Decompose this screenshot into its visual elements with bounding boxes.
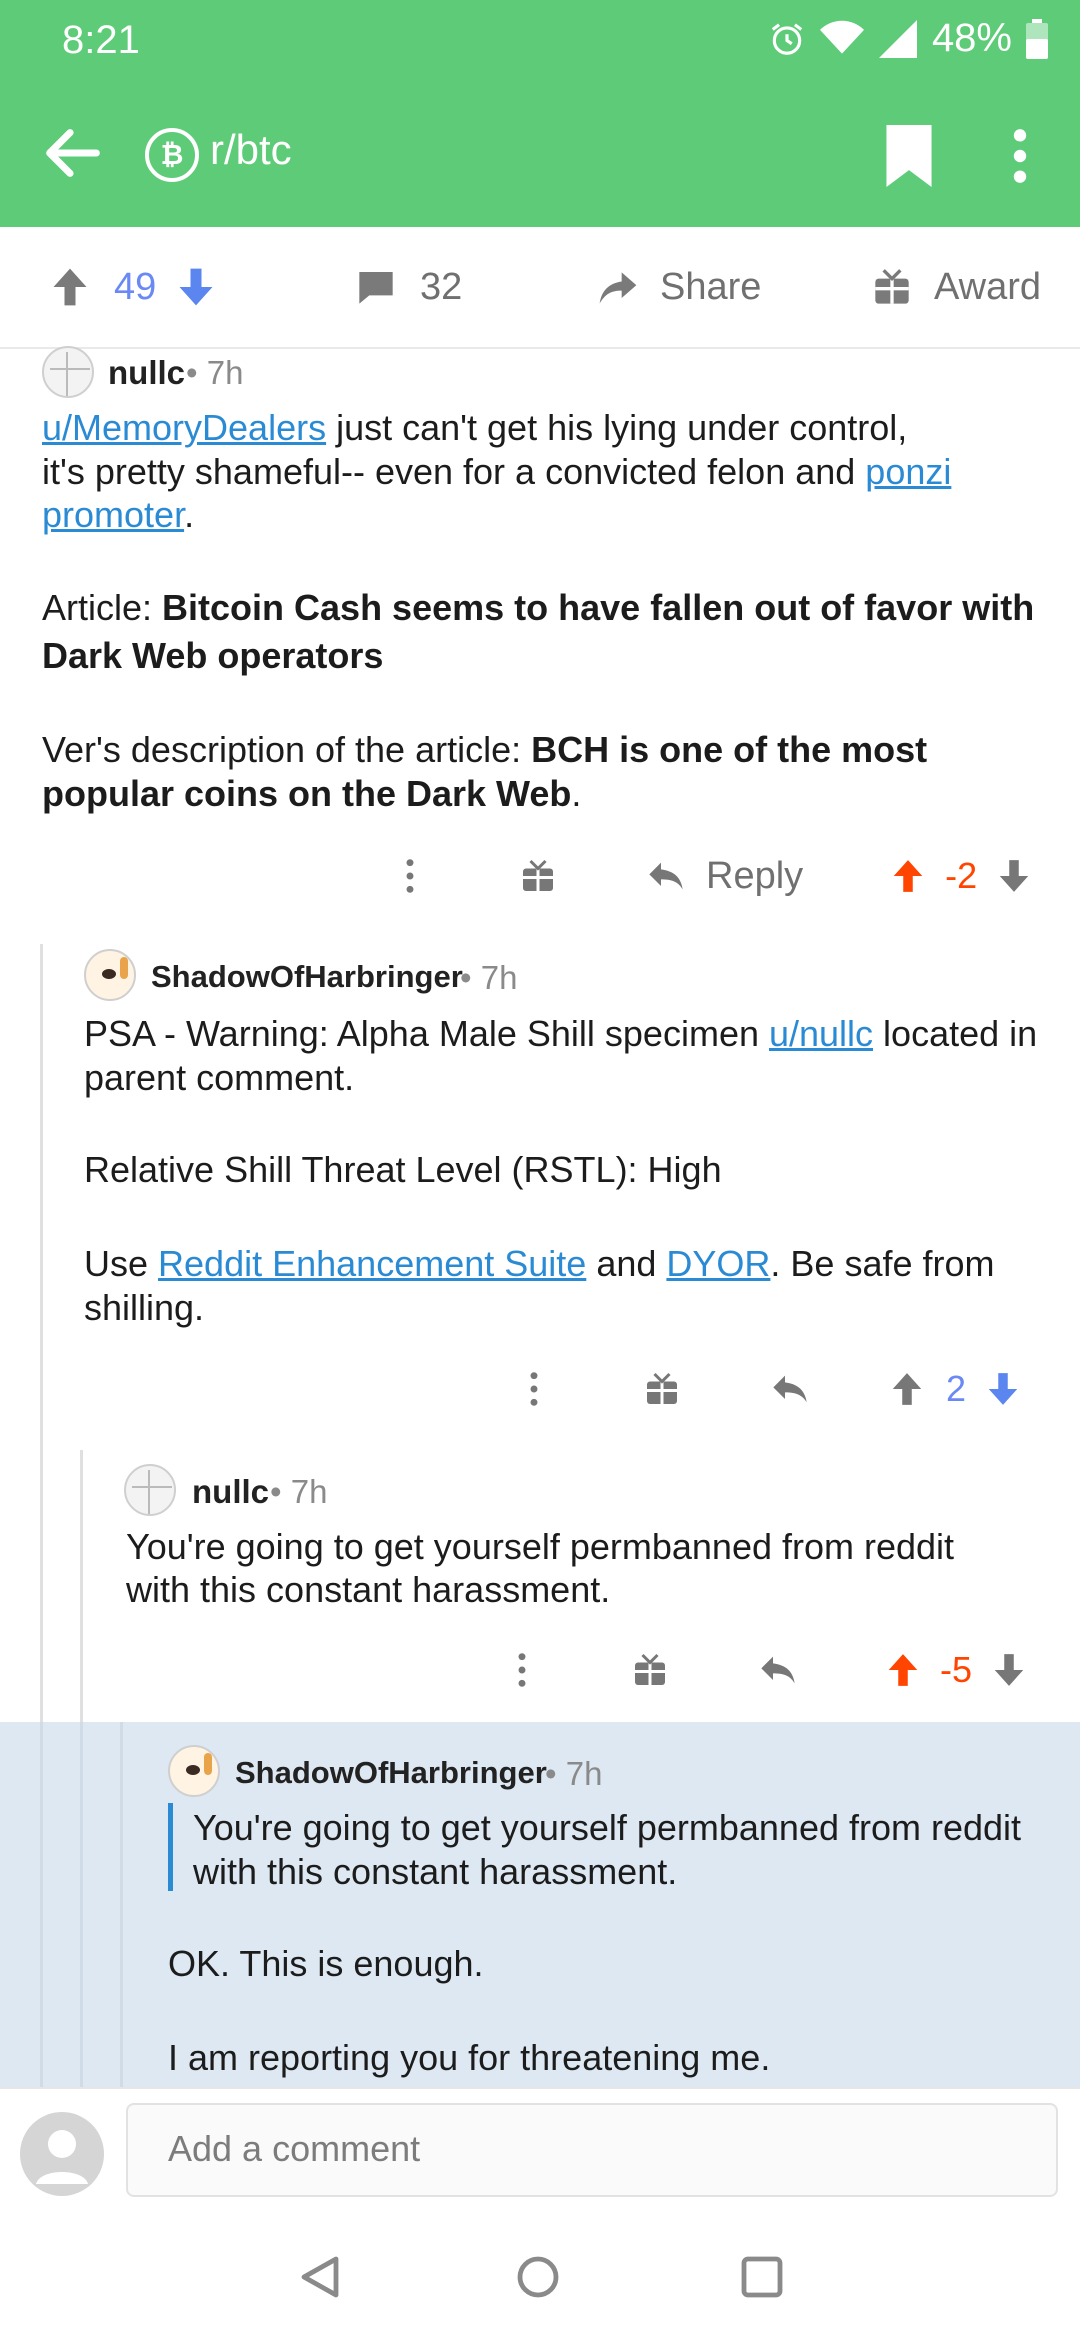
downvote-icon[interactable]	[174, 265, 218, 309]
avatar[interactable]	[84, 949, 136, 1001]
comment-age: • 7h	[545, 1755, 603, 1792]
arrow-left-icon	[46, 129, 100, 177]
share-button[interactable]: Share	[596, 227, 761, 347]
vote-group: 49	[48, 227, 218, 347]
comment-author[interactable]: ShadowOfHarbringer	[235, 1755, 547, 1791]
bookmark-button[interactable]	[880, 125, 938, 187]
downvote-icon[interactable]	[995, 857, 1033, 895]
dyor-link[interactable]: DYOR	[666, 1243, 770, 1284]
upvote-icon[interactable]	[889, 857, 927, 895]
battery-icon	[1026, 18, 1048, 59]
comment-body-line: parent comment.	[84, 1057, 355, 1098]
comment-body-line: it's pretty shameful-- even for a convic…	[42, 451, 952, 492]
upvote-icon[interactable]	[884, 1651, 922, 1689]
overflow-menu-button[interactable]	[1000, 125, 1040, 187]
comment-author[interactable]: ShadowOfHarbringer	[151, 959, 463, 995]
nav-back-icon[interactable]	[300, 2255, 340, 2299]
comment-body-line: OK. This is enough.	[168, 1943, 484, 1984]
comment-body-line: You're going to get yourself permbanned …	[126, 1526, 955, 1567]
comment-body-line: I am reporting you for threatening me.	[168, 2037, 771, 2078]
comment-author[interactable]: nullc	[108, 354, 185, 392]
wifi-icon	[819, 20, 864, 54]
upvote-icon[interactable]	[48, 265, 92, 309]
comment-actions: 2	[524, 1357, 1022, 1421]
nav-recents-icon[interactable]	[740, 2255, 784, 2299]
reply-icon[interactable]	[758, 1652, 798, 1688]
avatar[interactable]	[124, 1464, 176, 1516]
comment-actions: -5	[512, 1638, 1028, 1702]
bookmark-icon	[886, 125, 932, 187]
thread-line	[80, 1722, 83, 2087]
article-line: Dark Web operators	[42, 635, 384, 676]
comment-body-line: Use Reddit Enhancement Suite and DYOR. B…	[84, 1243, 995, 1284]
avatar[interactable]	[168, 1745, 220, 1797]
comment-age: • 7h	[460, 959, 518, 996]
upvote-icon[interactable]	[888, 1370, 926, 1408]
user-avatar	[20, 2112, 104, 2196]
signal-icon	[878, 19, 917, 58]
comment-score: -5	[940, 1649, 973, 1690]
comment-body-line: u/MemoryDealers just can't get his lying…	[42, 407, 908, 448]
gift-icon[interactable]	[644, 1371, 680, 1407]
status-icons: 48%	[768, 16, 1048, 61]
quote-line: with this constant harassment.	[193, 1851, 678, 1892]
more-vertical-icon[interactable]	[524, 1369, 544, 1409]
more-vertical-icon[interactable]	[400, 856, 420, 896]
award-label: Award	[934, 265, 1042, 308]
gift-icon[interactable]	[520, 858, 556, 894]
reply-icon[interactable]	[770, 1371, 810, 1407]
avatar[interactable]	[42, 346, 94, 398]
comments-button[interactable]: 32	[356, 227, 462, 347]
bitcoin-icon[interactable]: ₿	[145, 128, 199, 182]
gift-icon	[875, 269, 909, 304]
downvote-icon[interactable]	[990, 1651, 1028, 1689]
comment-body-line: shilling.	[84, 1287, 205, 1328]
system-nav-bar	[0, 2207, 1080, 2340]
comment-actions: Reply -2	[400, 844, 1033, 908]
comment-body-line: promoter.	[42, 494, 195, 535]
ponzi-link[interactable]: ponzi	[865, 451, 951, 492]
comment-icon	[359, 272, 393, 304]
thread-line	[120, 1722, 123, 2087]
reply-button[interactable]: Reply	[646, 855, 803, 898]
promoter-link[interactable]: promoter	[42, 494, 184, 535]
comment-author[interactable]: nullc	[192, 1473, 269, 1511]
battery-percent: 48%	[931, 16, 1012, 60]
status-time: 8:21	[62, 18, 140, 62]
comment-age: • 7h	[186, 354, 244, 391]
reply-icon	[649, 862, 683, 890]
comment-body-line: with this constant harassment.	[126, 1569, 611, 1610]
more-vertical-icon[interactable]	[512, 1650, 532, 1690]
comment-age: • 7h	[270, 1473, 328, 1510]
back-button[interactable]	[38, 118, 108, 188]
comment-count: 32	[420, 265, 463, 308]
ver-description-line: popular coins on the Dark Web.	[42, 773, 582, 814]
award-button[interactable]: Award	[872, 227, 1041, 347]
alarm-icon	[771, 22, 803, 55]
user-link[interactable]: u/MemoryDealers	[42, 407, 326, 448]
user-link[interactable]: u/nullc	[769, 1013, 873, 1054]
more-vertical-icon	[1013, 129, 1027, 183]
comment-body-line: Relative Shill Threat Level (RSTL): High	[84, 1149, 722, 1190]
thread-line	[40, 1722, 43, 2087]
comment-score: -2	[945, 855, 978, 896]
article-line: Article: Bitcoin Cash seems to have fall…	[42, 587, 1035, 628]
res-link[interactable]: Reddit Enhancement Suite	[158, 1243, 586, 1284]
gift-icon[interactable]	[632, 1652, 668, 1688]
quote-line: You're going to get yourself permbanned …	[193, 1807, 1022, 1848]
post-action-bar: 49 32 Share Award	[0, 227, 1080, 349]
share-label: Share	[660, 265, 762, 308]
ver-description-line: Ver's description of the article: BCH is…	[42, 729, 928, 770]
nav-home-icon[interactable]	[516, 2255, 560, 2299]
downvote-icon[interactable]	[984, 1370, 1022, 1408]
post-score: 49	[114, 265, 157, 308]
comment-score: 2	[946, 1368, 967, 1409]
share-icon	[599, 272, 637, 304]
subreddit-name[interactable]: r/btc	[210, 126, 292, 174]
user-icon	[36, 2130, 88, 2184]
quote-bar	[168, 1803, 173, 1891]
add-comment-placeholder: Add a comment	[168, 2128, 421, 2169]
comment-body-line: PSA - Warning: Alpha Male Shill specimen…	[84, 1013, 1038, 1054]
